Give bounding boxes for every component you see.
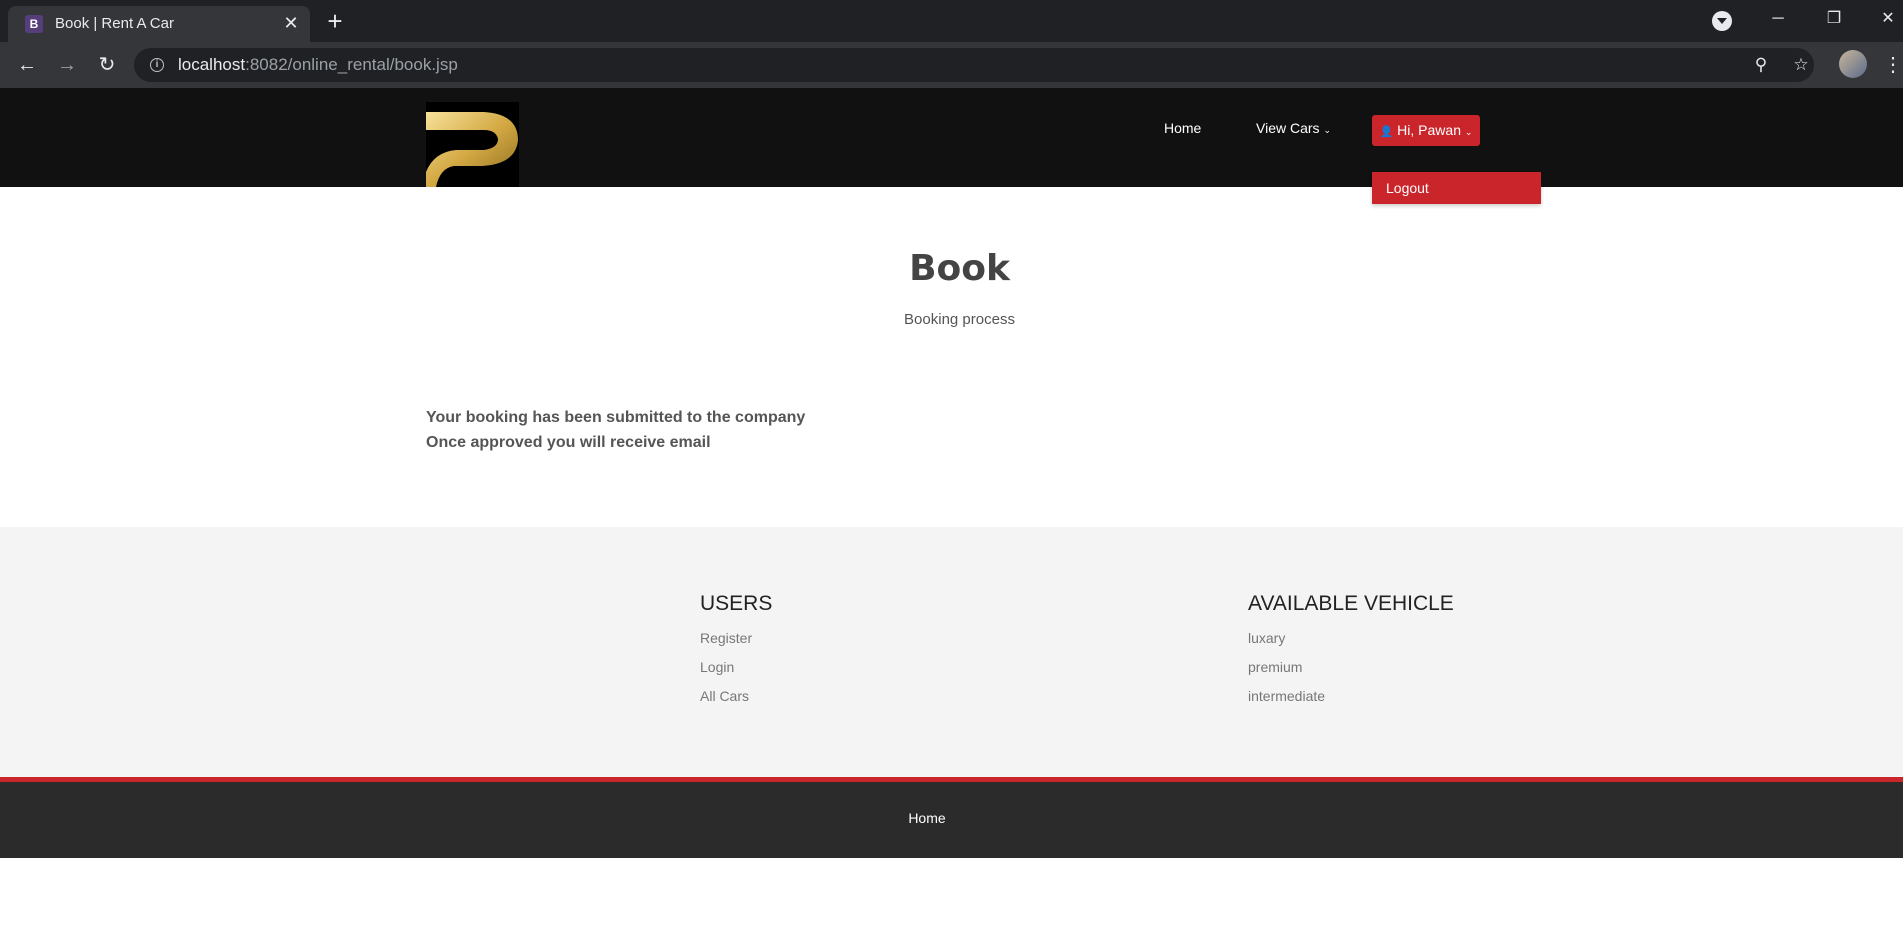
bootstrap-favicon-icon: B — [25, 15, 43, 33]
footer-bottom-bar: Home — [0, 782, 1903, 858]
footer-luxary-link[interactable]: luxary — [1248, 630, 1285, 646]
booking-message-line2: Once approved you will receive email — [426, 434, 711, 451]
footer-intermediate-link[interactable]: intermediate — [1248, 688, 1325, 704]
restore-icon[interactable]: ❐ — [1819, 4, 1849, 34]
avatar[interactable] — [1839, 50, 1867, 78]
minimize-icon[interactable]: ─ — [1763, 4, 1793, 34]
user-dropdown-menu: Logout — [1372, 172, 1541, 204]
booking-message-line1: Your booking has been submitted to the c… — [426, 409, 806, 426]
page-subtitle: Booking process — [904, 311, 1015, 328]
user-icon: 👤 — [1379, 126, 1394, 138]
close-icon[interactable]: ✕ — [280, 12, 302, 34]
plus-icon[interactable]: + — [322, 8, 348, 35]
page-title: Book — [909, 248, 1010, 289]
footer-vehicle-heading: AVAILABLE VEHICLE — [1248, 592, 1454, 615]
star-icon[interactable]: ☆ — [1790, 54, 1812, 76]
footer: USERS Register Login All Cars AVAILABLE … — [0, 527, 1903, 777]
kebab-menu-icon[interactable]: ⋮ — [1883, 50, 1903, 80]
site-header: Home View Cars ⌄ 👤 Hi, Pawan ⌄ — [0, 88, 1903, 187]
tab-search-icon[interactable] — [1712, 11, 1732, 31]
browser-tab[interactable]: B Book | Rent A Car ✕ — [8, 6, 310, 42]
browser-toolbar: ← → ↻ i localhost:8082/online_rental/boo… — [0, 42, 1903, 88]
address-bar[interactable]: i localhost:8082/online_rental/book.jsp … — [134, 48, 1814, 82]
footer-all-cars-link[interactable]: All Cars — [700, 688, 749, 704]
user-menu-button[interactable]: 👤 Hi, Pawan ⌄ — [1372, 115, 1480, 146]
zoom-icon[interactable]: ⚲ — [1750, 54, 1772, 76]
nav-home-link[interactable]: Home — [1164, 120, 1201, 136]
chevron-down-icon: ⌄ — [1323, 125, 1331, 135]
footer-register-link[interactable]: Register — [700, 630, 752, 646]
logout-link[interactable]: Logout — [1386, 180, 1429, 196]
chevron-down-icon: ⌄ — [1464, 127, 1473, 137]
info-icon[interactable]: i — [150, 58, 164, 72]
window-close-icon[interactable]: ✕ — [1873, 4, 1903, 34]
browser-tab-bar: B Book | Rent A Car ✕ + ─ ❐ ✕ — [0, 0, 1903, 42]
footer-users-heading: USERS — [700, 592, 773, 615]
nav-view-cars-link[interactable]: View Cars ⌄ — [1256, 120, 1331, 136]
footer-premium-link[interactable]: premium — [1248, 659, 1302, 675]
p-logo-icon — [426, 112, 518, 187]
url-text[interactable]: localhost:8082/online_rental/book.jsp — [178, 55, 458, 75]
back-icon[interactable]: ← — [12, 50, 42, 80]
reload-icon[interactable]: ↻ — [92, 50, 122, 80]
footer-login-link[interactable]: Login — [700, 659, 734, 675]
forward-icon[interactable]: → — [52, 50, 82, 80]
site-logo[interactable] — [426, 102, 519, 187]
footer-home-link[interactable]: Home — [0, 810, 1854, 826]
tab-title: Book | Rent A Car — [55, 15, 174, 32]
